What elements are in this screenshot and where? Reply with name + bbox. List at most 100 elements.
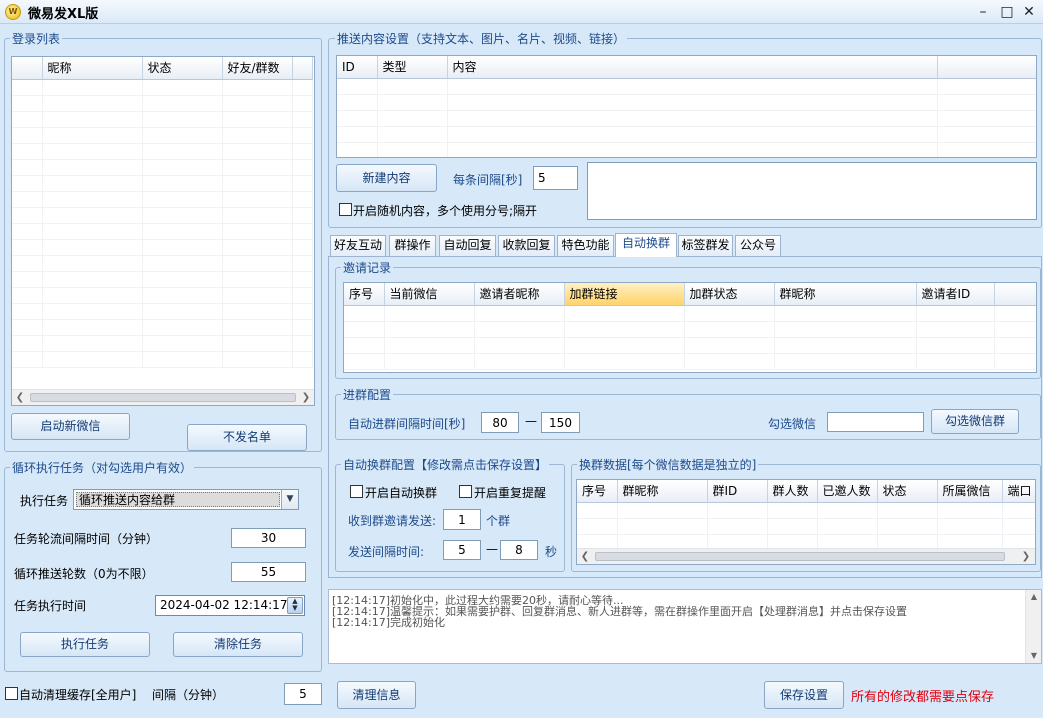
auto-swap-config-legend: 自动换群配置【修改需点击保存设置】 (341, 456, 550, 473)
clean-interval-label: 间隔（分钟） (152, 688, 225, 702)
exec-time-picker[interactable]: 2024-04-02 12:14:17 ▲ ▼ (155, 595, 305, 616)
clean-interval-input[interactable] (284, 683, 322, 705)
tab-friend-interaction[interactable]: 好友互动 (330, 235, 386, 256)
join-interval-min-input[interactable] (481, 412, 519, 433)
column-header-friends-groups[interactable]: 好友/群数 (222, 57, 293, 80)
maximize-button[interactable]: □ (996, 1, 1018, 23)
column-header-nickname[interactable]: 昵称 (42, 57, 143, 80)
recv-invite-label: 收到群邀请发送: (348, 514, 437, 528)
scroll-up-icon[interactable]: ▲ (1026, 590, 1042, 604)
range-dash: — (525, 414, 537, 428)
new-content-button[interactable]: 新建内容 (336, 164, 437, 192)
tab-tag-broadcast[interactable]: 标签群发 (678, 235, 733, 256)
recv-invite-unit: 个群 (486, 514, 511, 528)
tab-special-features[interactable]: 特色功能 (557, 235, 614, 256)
send-interval-max-input[interactable] (500, 540, 538, 560)
send-interval-unit: 秒 (545, 545, 558, 559)
task-label: 执行任务 (20, 494, 69, 508)
cycle-task-legend: 循环执行任务（对勾选用户有效） (10, 459, 195, 476)
column-header-owner-wechat[interactable]: 所属微信 (937, 480, 1003, 503)
clear-task-button[interactable]: 清除任务 (173, 632, 303, 657)
random-content-checkbox[interactable] (339, 203, 352, 216)
tab-official-account[interactable]: 公众号 (735, 235, 781, 256)
select-wechat-group-button[interactable]: 勾选微信群 (931, 409, 1019, 434)
tab-group-ops[interactable]: 群操作 (389, 235, 436, 256)
interval-input[interactable] (231, 528, 306, 548)
column-header-group-nickname[interactable]: 群昵称 (774, 283, 917, 306)
window-title: 微易发XL版 (28, 7, 99, 22)
column-header (994, 283, 1036, 306)
auto-clean-checkbox[interactable] (5, 687, 18, 700)
column-header-group-id[interactable]: 群ID (707, 480, 768, 503)
invite-records-grid[interactable]: 序号 当前微信 邀请者昵称 加群链接 加群状态 群昵称 邀请者ID (343, 282, 1037, 373)
tab-payment-reply[interactable]: 收款回复 (498, 235, 555, 256)
repeat-reminder-label: 开启重复提醒 (474, 486, 547, 500)
clear-log-button[interactable]: 清理信息 (337, 681, 416, 709)
title-bar (0, 0, 1043, 24)
minimize-button[interactable]: – (972, 1, 994, 23)
column-header-invited-count[interactable]: 已邀人数 (817, 480, 878, 503)
log-vscrollbar[interactable]: ▲ ▼ (1025, 590, 1041, 663)
start-new-wechat-button[interactable]: 启动新微信 (11, 413, 130, 440)
repeat-reminder-checkbox[interactable] (459, 485, 472, 498)
push-content-grid[interactable]: ID 类型 内容 (336, 55, 1037, 158)
auto-clean-label: 自动清理缓存[全用户] (19, 688, 137, 702)
swap-data-hscrollbar[interactable]: ❮ ❯ (577, 548, 1035, 564)
auto-swap-enable-checkbox[interactable] (350, 485, 363, 498)
random-content-label: 开启随机内容，多个使用分号;隔开 (353, 204, 538, 218)
login-list-grid[interactable]: 昵称 状态 好友/群数 (11, 56, 315, 406)
tab-auto-swap-group[interactable]: 自动换群 (615, 233, 677, 257)
recv-invite-input[interactable] (443, 509, 481, 530)
gap-label: 每条间隔[秒] (453, 173, 523, 187)
scroll-left-icon[interactable]: ❮ (577, 549, 593, 565)
column-header-member-count[interactable]: 群人数 (767, 480, 818, 503)
column-header-index[interactable]: 序号 (577, 480, 618, 503)
column-header-id[interactable]: ID (337, 56, 378, 79)
close-button[interactable]: ✕ (1018, 1, 1040, 23)
column-header-group-nickname[interactable]: 群昵称 (617, 480, 708, 503)
column-header-port[interactable]: 端口 (1002, 480, 1035, 503)
invite-records-legend: 邀请记录 (341, 259, 394, 276)
column-header-join-link[interactable]: 加群链接 (564, 283, 685, 306)
log-textarea[interactable]: [12:14:17]初始化中，此过程大约需要20秒，请耐心等待... [12:1… (328, 589, 1042, 664)
column-header (292, 57, 313, 80)
join-interval-max-input[interactable] (541, 412, 580, 433)
rounds-label: 循环推送轮数（0为不限） (14, 567, 154, 581)
login-list-hscrollbar[interactable]: ❮ ❯ (12, 389, 314, 405)
tab-auto-reply[interactable]: 自动回复 (439, 235, 496, 256)
column-header-join-status[interactable]: 加群状态 (684, 283, 775, 306)
scroll-left-icon[interactable]: ❮ (12, 390, 28, 406)
random-content-textarea[interactable] (587, 162, 1037, 220)
scroll-right-icon[interactable]: ❯ (298, 390, 314, 406)
exec-time-label: 任务执行时间 (14, 599, 87, 613)
column-header-type[interactable]: 类型 (377, 56, 448, 79)
task-select[interactable]: 循环推送内容给群 ▼ (73, 489, 299, 510)
column-header-current-wechat[interactable]: 当前微信 (384, 283, 475, 306)
login-list-legend: 登录列表 (10, 30, 63, 47)
column-header-index[interactable]: 序号 (344, 283, 385, 306)
app-logo-icon: W (5, 4, 21, 20)
send-interval-min-input[interactable] (443, 540, 481, 560)
column-header[interactable] (12, 57, 43, 80)
chevron-down-icon[interactable]: ▼ (281, 490, 298, 509)
swap-data-legend: 换群数据[每个微信数据是独立的] (577, 456, 759, 473)
interval-label: 任务轮流间隔时间（分钟） (14, 532, 159, 546)
scroll-thumb[interactable] (30, 393, 296, 402)
run-task-button[interactable]: 执行任务 (20, 632, 150, 657)
scroll-right-icon[interactable]: ❯ (1018, 549, 1034, 565)
scroll-down-icon[interactable]: ▼ (1026, 649, 1042, 663)
save-settings-button[interactable]: 保存设置 (764, 681, 844, 709)
column-header-status[interactable]: 状态 (877, 480, 938, 503)
select-wechat-input[interactable] (827, 412, 924, 432)
column-header-inviter-nickname[interactable]: 邀请者昵称 (474, 283, 565, 306)
rounds-input[interactable] (231, 562, 306, 582)
column-header-inviter-id[interactable]: 邀请者ID (916, 283, 995, 306)
gap-input[interactable] (533, 166, 578, 190)
scroll-thumb[interactable] (595, 552, 1005, 561)
column-header-status[interactable]: 状态 (142, 57, 223, 80)
save-warning-text: 所有的修改都需要点保存 (851, 690, 995, 705)
column-header-content[interactable]: 内容 (447, 56, 938, 79)
spinner-icon[interactable]: ▲ ▼ (287, 597, 303, 614)
auto-swap-enable-label: 开启自动换群 (365, 486, 438, 500)
blacklist-button[interactable]: 不发名单 (187, 424, 307, 451)
